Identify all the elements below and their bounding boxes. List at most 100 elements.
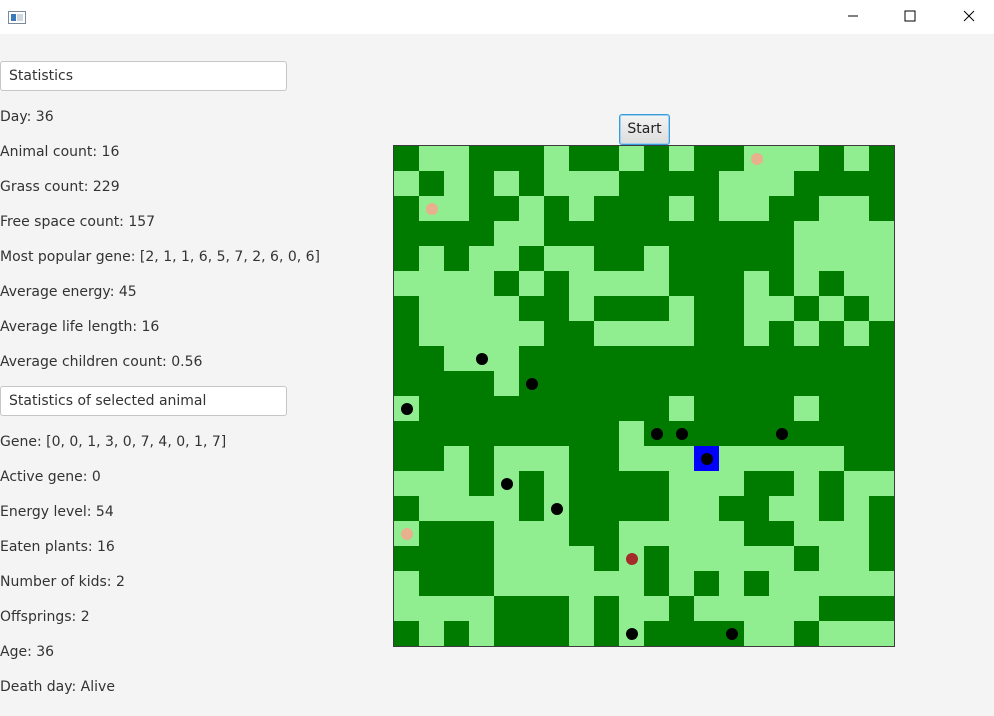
map-cell[interactable] — [644, 296, 669, 321]
map-cell[interactable] — [519, 496, 544, 521]
map-cell[interactable] — [569, 296, 594, 321]
map-cell[interactable] — [619, 196, 644, 221]
map-cell[interactable] — [569, 321, 594, 346]
map-cell[interactable] — [394, 571, 419, 596]
map-cell[interactable] — [394, 296, 419, 321]
map-cell[interactable] — [469, 171, 494, 196]
animal-marker[interactable] — [625, 627, 638, 640]
map-cell[interactable] — [769, 471, 794, 496]
map-cell[interactable] — [394, 421, 419, 446]
map-cell[interactable] — [744, 171, 769, 196]
map-cell[interactable] — [719, 621, 744, 646]
map-cell[interactable] — [669, 496, 694, 521]
map-cell[interactable] — [519, 171, 544, 196]
map-cell[interactable] — [469, 196, 494, 221]
map-cell[interactable] — [744, 271, 769, 296]
map-cell[interactable] — [794, 246, 819, 271]
map-cell[interactable] — [719, 421, 744, 446]
map-cell[interactable] — [469, 271, 494, 296]
map-cell[interactable] — [394, 221, 419, 246]
map-cell[interactable] — [569, 171, 594, 196]
map-cell[interactable] — [594, 196, 619, 221]
map-cell[interactable] — [394, 196, 419, 221]
map-cell[interactable] — [819, 396, 844, 421]
map-cell[interactable] — [469, 521, 494, 546]
start-button[interactable]: Start — [619, 114, 670, 145]
map-cell[interactable] — [669, 146, 694, 171]
map-cell[interactable] — [794, 546, 819, 571]
map-cell[interactable] — [444, 196, 469, 221]
map-cell[interactable] — [619, 346, 644, 371]
map-cell[interactable] — [744, 371, 769, 396]
map-cell[interactable] — [619, 271, 644, 296]
map-cell[interactable] — [419, 371, 444, 396]
map-cell[interactable] — [669, 396, 694, 421]
map-cell[interactable] — [469, 246, 494, 271]
map-cell[interactable] — [419, 496, 444, 521]
map-cell[interactable] — [744, 246, 769, 271]
map-cell[interactable] — [619, 221, 644, 246]
map-cell[interactable] — [869, 146, 894, 171]
map-cell[interactable] — [494, 396, 519, 421]
map-cell[interactable] — [744, 196, 769, 221]
map-cell[interactable] — [644, 221, 669, 246]
map-cell[interactable] — [544, 146, 569, 171]
map-cell[interactable] — [419, 346, 444, 371]
map-cell[interactable] — [544, 296, 569, 321]
map-cell[interactable] — [719, 371, 744, 396]
map-cell[interactable] — [669, 246, 694, 271]
map-cell[interactable] — [544, 221, 569, 246]
close-button[interactable] — [946, 0, 992, 32]
map-cell[interactable] — [794, 621, 819, 646]
map-cell[interactable] — [594, 396, 619, 421]
map-cell[interactable] — [619, 146, 644, 171]
map-cell[interactable] — [494, 571, 519, 596]
map-cell[interactable] — [469, 546, 494, 571]
map-cell[interactable] — [669, 171, 694, 196]
map-cell[interactable] — [694, 571, 719, 596]
map-cell[interactable] — [794, 296, 819, 321]
animal-marker[interactable] — [725, 627, 738, 640]
map-cell[interactable] — [569, 146, 594, 171]
map-cell[interactable] — [469, 396, 494, 421]
map-cell[interactable] — [444, 221, 469, 246]
map-cell[interactable] — [769, 146, 794, 171]
map-cell[interactable] — [844, 246, 869, 271]
map-cell[interactable] — [594, 496, 619, 521]
map-cell[interactable] — [669, 296, 694, 321]
map-cell[interactable] — [669, 621, 694, 646]
map-cell[interactable] — [669, 321, 694, 346]
map-cell[interactable] — [569, 246, 594, 271]
map-cell[interactable] — [419, 521, 444, 546]
map-cell[interactable] — [669, 271, 694, 296]
map-cell[interactable] — [544, 196, 569, 221]
map-cell[interactable] — [669, 371, 694, 396]
map-cell[interactable] — [544, 346, 569, 371]
map-cell[interactable] — [619, 446, 644, 471]
map-cell[interactable] — [494, 546, 519, 571]
map-cell[interactable] — [669, 571, 694, 596]
map-cell[interactable] — [594, 246, 619, 271]
map-cell[interactable] — [569, 621, 594, 646]
map-cell[interactable] — [669, 446, 694, 471]
map-cell[interactable] — [469, 146, 494, 171]
map-cell[interactable] — [744, 571, 769, 596]
map-cell[interactable] — [519, 196, 544, 221]
map-cell[interactable] — [769, 296, 794, 321]
map-cell[interactable] — [819, 296, 844, 321]
map-cell[interactable] — [819, 371, 844, 396]
map-cell[interactable] — [769, 596, 794, 621]
map-cell[interactable] — [619, 521, 644, 546]
map-cell[interactable] — [869, 446, 894, 471]
map-cell[interactable] — [694, 621, 719, 646]
map-cell[interactable] — [619, 546, 644, 571]
map-cell[interactable] — [769, 546, 794, 571]
map-cell[interactable] — [669, 346, 694, 371]
map-cell[interactable] — [844, 296, 869, 321]
map-cell[interactable] — [469, 571, 494, 596]
map-cell[interactable] — [569, 221, 594, 246]
map-cell[interactable] — [494, 171, 519, 196]
map-cell[interactable] — [619, 396, 644, 421]
map-cell[interactable] — [594, 471, 619, 496]
animal-marker[interactable] — [675, 427, 688, 440]
